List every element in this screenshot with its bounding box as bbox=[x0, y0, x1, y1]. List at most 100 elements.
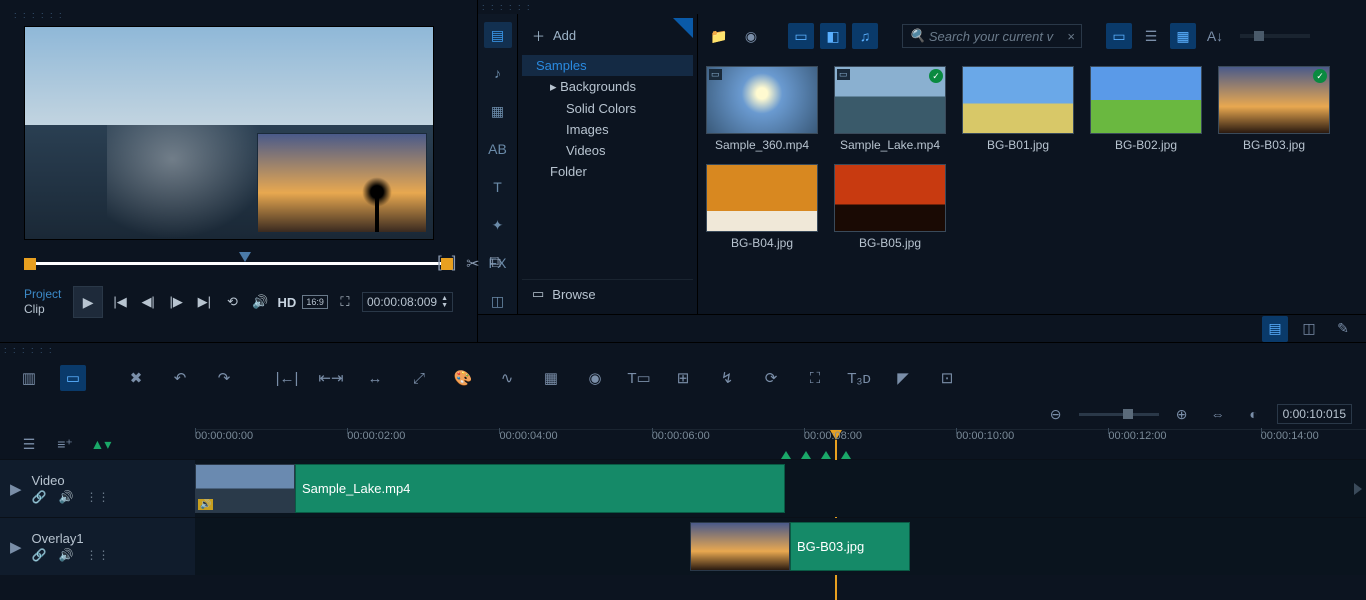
stretch-icon[interactable]: ↔ bbox=[362, 365, 388, 391]
clip-thumbnail[interactable]: 🔊 bbox=[195, 464, 295, 513]
pan-zoom-icon[interactable]: ⊡ bbox=[934, 365, 960, 391]
home-button[interactable]: |◀ bbox=[109, 290, 131, 314]
library-thumb[interactable]: BG-B04.jpg bbox=[706, 164, 818, 250]
scrubber-marker[interactable] bbox=[239, 252, 251, 262]
panel-grip[interactable]: : : : : : : bbox=[478, 0, 1366, 14]
motion-icon[interactable]: ↯ bbox=[714, 365, 740, 391]
subtitle-icon[interactable]: T▭ bbox=[626, 365, 652, 391]
clock-icon[interactable]: ◐ bbox=[1241, 401, 1267, 427]
fit-icon[interactable]: ⇔ bbox=[1205, 401, 1231, 427]
tree-backgrounds[interactable]: ▸ Backgrounds bbox=[522, 76, 693, 98]
panel-grip[interactable]: : : : : : : bbox=[10, 8, 467, 22]
track-add-icon[interactable]: ≡⁺ bbox=[52, 431, 78, 457]
timecode-display[interactable]: 00:00:08:009 ▲▼ bbox=[362, 292, 453, 312]
trim-bar[interactable]: [ ] ✂ ⧉ bbox=[24, 252, 453, 274]
crop-selection-icon[interactable]: ⛶ bbox=[334, 290, 356, 314]
end-button[interactable]: ▶| bbox=[193, 290, 215, 314]
mute-icon[interactable]: 🔊 bbox=[59, 548, 74, 562]
marker-menu-icon[interactable]: ▲▾ bbox=[88, 431, 114, 457]
scroll-right-icon[interactable] bbox=[1354, 483, 1362, 495]
zoom-slider[interactable] bbox=[1079, 413, 1159, 416]
zoom-in-icon[interactable]: ⊕ bbox=[1169, 401, 1195, 427]
fx-toggle-icon[interactable]: ⋮⋮ bbox=[85, 548, 109, 562]
browse-button[interactable]: ▭ Browse bbox=[522, 279, 693, 308]
timeline-ruler[interactable]: 00:00:00:0000:00:02:0000:00:04:0000:00:0… bbox=[195, 429, 1366, 459]
library-thumb[interactable]: BG-B01.jpg bbox=[962, 66, 1074, 152]
add-media-button[interactable]: ＋ Add bbox=[522, 20, 693, 51]
mode-project[interactable]: Project bbox=[24, 287, 61, 302]
timeline-view-icon[interactable]: ▭ bbox=[60, 365, 86, 391]
preview-monitor[interactable] bbox=[24, 26, 434, 240]
crop-icon[interactable]: ⛶ bbox=[802, 365, 828, 391]
3d-title-icon[interactable]: T₃ᴅ bbox=[846, 365, 872, 391]
view-grid-icon[interactable]: ▦ bbox=[1170, 23, 1196, 49]
split-scissors-icon[interactable]: ✂ bbox=[466, 254, 479, 274]
audio-sync-icon[interactable]: ∿ bbox=[494, 365, 520, 391]
capture-icon[interactable]: ◉ bbox=[738, 23, 764, 49]
mask-icon[interactable]: ◤ bbox=[890, 365, 916, 391]
overlay-track-body[interactable]: BG-B03.jpg bbox=[195, 518, 1366, 575]
link-icon[interactable]: 🔗 bbox=[32, 548, 47, 562]
mode-clip[interactable]: Clip bbox=[24, 302, 61, 317]
volume-button[interactable]: 🔊 bbox=[249, 290, 271, 314]
play-button[interactable]: ▶ bbox=[73, 286, 103, 318]
enlarge-icon[interactable]: ⧉ bbox=[490, 254, 501, 274]
redo-icon[interactable]: ↷ bbox=[211, 365, 237, 391]
edit-icon[interactable]: ✎ bbox=[1330, 316, 1356, 342]
sound-tab[interactable]: ♪ bbox=[484, 60, 512, 86]
project-duration[interactable]: 0:00:10:015 bbox=[1277, 404, 1352, 424]
filter-audio-icon[interactable]: ♫ bbox=[852, 23, 878, 49]
ar-tab[interactable]: ◫ bbox=[484, 288, 512, 314]
library-thumb[interactable]: BG-B05.jpg bbox=[834, 164, 946, 250]
view-list-icon[interactable]: ☰ bbox=[1138, 23, 1164, 49]
prev-frame-button[interactable]: ◀| bbox=[137, 290, 159, 314]
title-tab[interactable]: AB bbox=[484, 136, 512, 162]
zoom-out-icon[interactable]: ⊖ bbox=[1043, 401, 1069, 427]
layers-icon[interactable]: ◉ bbox=[582, 365, 608, 391]
library-thumb[interactable]: ✓BG-B03.jpg bbox=[1218, 66, 1330, 152]
overlays-tab[interactable]: ✦ bbox=[484, 212, 512, 238]
bracket-in-icon[interactable]: [ bbox=[437, 254, 441, 274]
import-icon[interactable]: 📁 bbox=[706, 23, 732, 49]
overlay-clip-thumbnail[interactable] bbox=[690, 522, 790, 571]
tree-folder[interactable]: Folder bbox=[522, 161, 693, 182]
video-clip[interactable]: Sample_Lake.mp4 bbox=[295, 464, 785, 513]
sort-icon[interactable]: A↓ bbox=[1202, 23, 1228, 49]
hd-toggle[interactable]: HD bbox=[278, 295, 297, 310]
options-icon[interactable]: ◫ bbox=[1296, 316, 1322, 342]
slip-icon[interactable]: ⇤⇥ bbox=[318, 365, 344, 391]
panel-layout-icon[interactable]: ▤ bbox=[1262, 316, 1288, 342]
video-track-icon[interactable]: ▶ bbox=[10, 480, 22, 498]
link-icon[interactable]: 🔗 bbox=[32, 490, 47, 504]
library-thumb[interactable]: ▭✓Sample_Lake.mp4 bbox=[834, 66, 946, 152]
overlay-clip[interactable]: BG-B03.jpg bbox=[790, 522, 910, 571]
tree-images[interactable]: Images bbox=[522, 119, 693, 140]
loop-button[interactable]: ⟲ bbox=[221, 290, 243, 314]
fx-toggle-icon[interactable]: ⋮⋮ bbox=[85, 490, 109, 504]
multicam-icon[interactable]: ⊞ bbox=[670, 365, 696, 391]
filter-photo-icon[interactable]: ◧ bbox=[820, 23, 846, 49]
tree-videos[interactable]: Videos bbox=[522, 140, 693, 161]
bookmark-corner-icon[interactable] bbox=[673, 18, 693, 38]
trim-in-icon[interactable]: |←| bbox=[274, 365, 300, 391]
library-thumb[interactable]: ▭Sample_360.mp4 bbox=[706, 66, 818, 152]
storyboard-view-icon[interactable]: ▥ bbox=[16, 365, 42, 391]
view-large-icon[interactable]: ▭ bbox=[1106, 23, 1132, 49]
video-fx-icon[interactable]: ▦ bbox=[538, 365, 564, 391]
aspect-ratio[interactable]: 16:9 bbox=[302, 295, 328, 309]
tree-samples[interactable]: Samples bbox=[522, 55, 693, 76]
next-frame-button[interactable]: |▶ bbox=[165, 290, 187, 314]
mark-in-handle[interactable] bbox=[24, 258, 36, 270]
filter-video-icon[interactable]: ▭ bbox=[788, 23, 814, 49]
slide-icon[interactable]: ⤢ bbox=[406, 365, 432, 391]
track-menu-icon[interactable]: ☰ bbox=[16, 431, 42, 457]
search-input[interactable]: 🔍 Search your current v × bbox=[902, 24, 1082, 48]
overlay-track-icon[interactable]: ▶ bbox=[10, 538, 22, 556]
text-tab[interactable]: T bbox=[484, 174, 512, 200]
rotate-icon[interactable]: ⟳ bbox=[758, 365, 784, 391]
tools-icon[interactable]: ✖ bbox=[123, 365, 149, 391]
transitions-tab[interactable]: ▦ bbox=[484, 98, 512, 124]
panel-grip[interactable]: : : : : : : bbox=[0, 343, 1366, 357]
video-track-body[interactable]: 🔊 Sample_Lake.mp4 bbox=[195, 460, 1366, 517]
undo-icon[interactable]: ↶ bbox=[167, 365, 193, 391]
